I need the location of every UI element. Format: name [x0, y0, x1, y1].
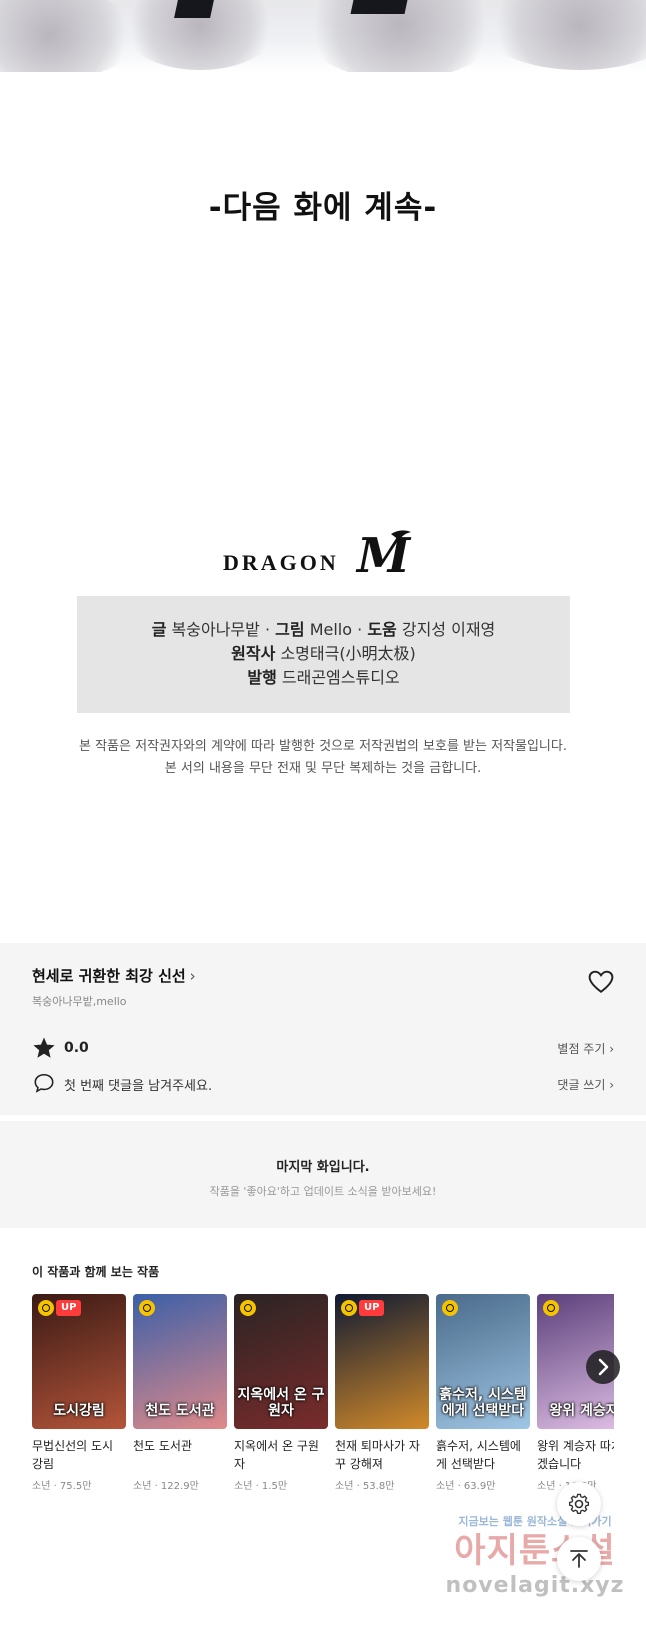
recommendation-meta: 소년 · 53.8만 [335, 1481, 395, 1492]
recommendation-card[interactable]: UP 천재 퇴마사가 자꾸 강해져소년 · 53.8만 [335, 1294, 429, 1492]
recommendation-card[interactable]: 지옥에서 온 구원자 지옥에서 온 구원자 소년 · 1.5만 [234, 1294, 328, 1492]
up-badge: UP [56, 1300, 82, 1316]
to-be-continued-text: -다음 화에 계속- [208, 190, 438, 226]
recommendation-cover[interactable]: UP 도시강림 [32, 1294, 126, 1429]
recommendation-cover[interactable]: 천도 도서관 [133, 1294, 227, 1429]
scroll-top-button[interactable] [557, 1537, 601, 1581]
recommendation-cover[interactable]: UP [335, 1294, 429, 1429]
publisher-logo-text: DRAGON [223, 550, 339, 575]
recommendation-cover[interactable]: 흙수저, 시스템에게 선택받다 [436, 1294, 530, 1429]
publisher-logo-mark: M [355, 528, 412, 578]
watermark-brand: 아지툰소설 [454, 1531, 616, 1571]
recommendation-title[interactable]: 지옥에서 온 구원자 [234, 1437, 328, 1473]
recommendation-card[interactable]: 흙수저, 시스템에게 선택받다 흙수저, 시스템에게 선택받다 소년 · 63.9만 [436, 1294, 530, 1492]
carousel-next-button[interactable] [586, 1350, 620, 1384]
recommendation-cover[interactable]: 지옥에서 온 구원자 [234, 1294, 328, 1429]
clock-badge-icon [543, 1300, 559, 1316]
watermark-tagline: 지금보는 웹툰 원작소설 보러가기 [458, 1515, 612, 1528]
rate-link[interactable]: 별점 주기 › [557, 1040, 614, 1057]
credits-line-2: 원작사 소명태극(小明太极) [77, 642, 570, 666]
recommendation-meta: 소년 · 122.9만 [133, 1481, 199, 1492]
credits-line-1: 글 복숭아나무밭 · 그림 Mello · 도움 강지성 이재영 [77, 618, 570, 642]
artist-name: Mello [309, 620, 353, 639]
recommendation-title[interactable]: 무법신선의 도시 강림 [32, 1437, 126, 1473]
copyright-line-2: 본 서의 내용을 무단 전재 및 무단 복제하는 것을 금합니다. [164, 761, 482, 776]
work-title: 현세로 귀환한 최강 신선 [32, 967, 186, 985]
star-icon[interactable] [32, 1036, 56, 1060]
original-label: 원작사 [231, 644, 276, 663]
recommendation-meta: 소년 · 75.5만 [32, 1481, 92, 1492]
clock-badge-icon [139, 1300, 155, 1316]
artist-label: 그림 [275, 620, 305, 639]
original-author: 소명태극(小明太极) [280, 644, 416, 663]
up-badge: UP [359, 1300, 385, 1316]
last-episode-subtitle: 작품을 '좋아요'하고 업데이트 소식을 받아보세요! [209, 1185, 437, 1198]
comment-prompt[interactable]: 첫 번째 댓글을 남겨주세요. [64, 1075, 212, 1094]
assist-label: 도움 [367, 620, 397, 639]
heart-icon[interactable] [588, 970, 614, 994]
writer-name: 복숭아나무밭 [171, 620, 260, 639]
credits-line-3: 발행 드래곤엠스튜디오 [77, 666, 570, 690]
chevron-right-icon [598, 1358, 609, 1376]
publisher-label: 발행 [247, 668, 277, 687]
recommendation-card[interactable]: 천도 도서관 천도 도서관 소년 · 122.9만 [133, 1294, 227, 1492]
last-episode-panel: 마지막 화입니다. 작품을 '좋아요'하고 업데이트 소식을 받아보세요! [0, 1121, 646, 1228]
recommendations-section: 이 작품과 함께 보는 작품 UP 도시강림무법신선의 도시 강림소년 · 75.… [0, 1233, 646, 1513]
recommendation-title[interactable]: 천도 도서관 [133, 1437, 227, 1473]
arrow-up-icon [570, 1550, 588, 1568]
clock-badge-icon [341, 1300, 357, 1316]
assist-names: 강지성 이재영 [401, 620, 496, 639]
gear-icon [568, 1493, 590, 1514]
write-comment-link[interactable]: 댓글 쓰기 › [557, 1076, 614, 1093]
cover-title-text: 흙수저, 시스템에게 선택받다 [439, 1387, 527, 1419]
cover-title-text: 지옥에서 온 구원자 [237, 1387, 325, 1419]
clock-badge-icon [442, 1300, 458, 1316]
comic-panel-top [0, 0, 646, 72]
last-episode-title: 마지막 화입니다. [276, 1160, 370, 1175]
publisher-name: 드래곤엠스튜디오 [281, 668, 400, 687]
recommendation-meta: 소년 · 1.5만 [234, 1481, 288, 1492]
site-watermark: 지금보는 웹툰 원작소설 보러가기 아지툰소설 novelagit.xyz [430, 1513, 640, 1623]
settings-button[interactable] [557, 1482, 601, 1526]
recommendation-card[interactable]: UP 도시강림무법신선의 도시 강림소년 · 75.5만 [32, 1294, 126, 1492]
publisher-logo: DRAGON M [0, 526, 646, 582]
credits-separator: · [264, 620, 271, 639]
recommendation-title[interactable]: 흙수저, 시스템에게 선택받다 [436, 1437, 530, 1473]
rating-value: 0.0 [64, 1040, 89, 1056]
recommendation-title[interactable]: 왕위 계승자 따치겠습니다 [537, 1437, 614, 1473]
recommendations-row: UP 도시강림 무법신선의 도시 강림 소년 · 75.5만 천도 도서관 천도 도서관 소… [32, 1294, 614, 1494]
comment-icon[interactable] [33, 1072, 55, 1094]
clock-badge-icon [38, 1300, 54, 1316]
work-info-panel: 현세로 귀환한 최강 신선 › 복숭아나무밭,mello 0.0 별점 주기 › … [0, 943, 646, 1115]
work-authors: 복숭아나무밭,mello [32, 995, 127, 1008]
writer-label: 글 [151, 620, 167, 639]
credits-separator: · [357, 620, 363, 639]
recommendations-heading: 이 작품과 함께 보는 작품 [32, 1265, 160, 1279]
recommendation-title[interactable]: 천재 퇴마사가 자꾸 강해져 [335, 1437, 429, 1473]
cover-title-text: 천도 도서관 [145, 1403, 215, 1419]
chevron-right-icon: › [189, 967, 196, 985]
credits-box: 글 복숭아나무밭 · 그림 Mello · 도움 강지성 이재영 원작사 소명태… [77, 596, 570, 713]
copyright-notice: 본 작품은 저작권자와의 계약에 따라 발행한 것으로 저작권법의 보호를 받는… [0, 736, 646, 780]
cover-title-text: 왕위 계승자 [549, 1403, 614, 1419]
recommendation-card[interactable]: 왕위 계승자왕위 계승자 따치겠습니다소년 · 16.3만 [537, 1294, 614, 1492]
work-title-link[interactable]: 현세로 귀환한 최강 신선 › [32, 965, 196, 986]
copyright-line-1: 본 작품은 저작권자와의 계약에 따라 발행한 것으로 저작권법의 보호를 받는… [79, 739, 567, 754]
recommendation-meta: 소년 · 63.9만 [436, 1481, 496, 1492]
clock-badge-icon [240, 1300, 256, 1316]
cover-title-text: 도시강림 [53, 1403, 105, 1419]
watermark-url: novelagit.xyz [445, 1573, 625, 1598]
